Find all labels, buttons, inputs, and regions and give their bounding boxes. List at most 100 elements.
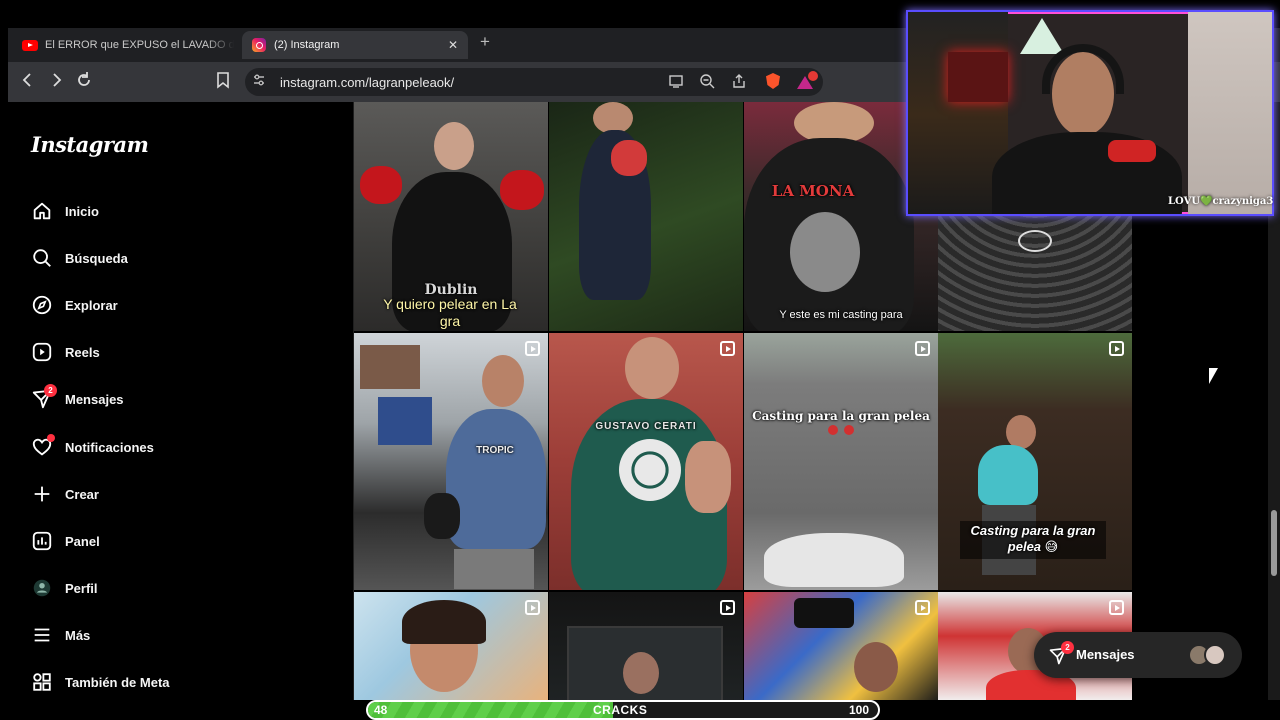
person-image — [482, 355, 524, 407]
cam-light-panels — [1020, 18, 1064, 54]
boxing-glove — [611, 140, 647, 176]
person-image — [625, 337, 679, 399]
back-icon[interactable] — [18, 70, 38, 95]
reel-icon — [1109, 341, 1124, 356]
sidebar-item-inicio[interactable]: Inicio — [30, 196, 99, 226]
post-thumbnail[interactable] — [549, 592, 743, 700]
post-thumbnail[interactable] — [744, 592, 938, 700]
sidebar-item-perfil[interactable]: Perfil — [30, 573, 98, 603]
hair — [402, 600, 486, 644]
messenger-icon: 2 — [30, 384, 57, 411]
sidebar-item-mas[interactable]: Más — [30, 620, 90, 650]
sidebar-item-explorar[interactable]: Explorar — [30, 290, 118, 320]
boxing-glove — [360, 166, 402, 204]
sidebar-item-busqueda[interactable]: Búsqueda — [30, 243, 128, 273]
goal-target-value: 100 — [849, 703, 870, 717]
plus-icon — [30, 482, 54, 506]
tab-title: El ERROR que EXPUSO el LAVADO de — [45, 39, 234, 51]
sidebar-item-label: Inicio — [65, 203, 99, 219]
shirt-text: LA MONA — [771, 182, 855, 200]
post-thumbnail[interactable]: Dublin Y quiero pelear en La gra — [354, 102, 548, 331]
post-thumbnail[interactable]: TROPIC — [354, 333, 548, 590]
sidebar-item-label: Más — [65, 627, 91, 643]
sidebar-item-notificaciones[interactable]: Notificaciones — [30, 432, 154, 462]
zoom-icon[interactable] — [699, 73, 715, 92]
messages-pill[interactable]: 2 Mensajes — [1034, 632, 1242, 678]
sidebar-item-label: Mensajes — [65, 391, 124, 407]
compass-icon — [30, 293, 54, 317]
sidebar-item-reels[interactable]: Reels — [30, 337, 100, 367]
url-text[interactable]: instagram.com/lagranpeleaok/ — [280, 75, 454, 90]
close-icon[interactable]: ✕ — [448, 38, 458, 52]
avatar-icon — [30, 576, 54, 600]
nike-logo — [1018, 230, 1052, 252]
reel-icon — [525, 341, 540, 356]
sidebar-item-tambien-de-meta[interactable]: También de Meta — [30, 667, 170, 697]
forward-icon[interactable] — [46, 70, 66, 95]
reel-icon — [720, 600, 735, 615]
person-image — [978, 445, 1038, 505]
tab-youtube[interactable]: El ERROR que EXPUSO el LAVADO de — [14, 31, 234, 59]
reel-icon — [915, 600, 930, 615]
shirt-text: TROPIC — [476, 445, 514, 456]
cam-wall — [1188, 12, 1272, 214]
heart-icon — [30, 434, 55, 459]
post-caption: Casting para la gran pelea 😅 — [970, 523, 1096, 554]
sidebar-item-label: Reels — [65, 344, 100, 360]
share-icon[interactable] — [731, 73, 747, 92]
goal-label: CRACKS — [593, 703, 648, 717]
person-image — [854, 642, 898, 692]
reload-icon[interactable] — [74, 70, 94, 95]
poster — [360, 345, 420, 389]
tab-instagram[interactable]: (2) Instagram ✕ — [242, 31, 468, 59]
arcade-sign — [794, 598, 854, 628]
scrollbar-thumb[interactable] — [1271, 510, 1277, 576]
cam-monitor — [948, 52, 1008, 102]
face-print — [790, 212, 860, 292]
avatar — [1204, 644, 1226, 666]
cerati-print — [619, 439, 681, 501]
instagram-icon — [252, 38, 266, 52]
mouse-cursor — [1209, 368, 1218, 384]
sidebar-item-label: Perfil — [65, 580, 98, 596]
post-caption: Y quiero pelear en La gra — [383, 296, 517, 329]
sidebar-item-panel[interactable]: Panel — [30, 526, 100, 556]
home-icon — [30, 199, 54, 223]
boxing-glove — [500, 170, 544, 210]
person-image — [446, 409, 546, 549]
pants — [454, 549, 534, 589]
site-info-icon[interactable] — [252, 73, 266, 90]
post-thumbnail[interactable]: Casting para la gran pelea — [744, 333, 938, 590]
install-app-icon[interactable] — [668, 73, 684, 92]
chart-icon — [30, 529, 54, 553]
post-thumbnail[interactable]: GUSTAVO CERATI — [549, 333, 743, 590]
new-tab-button[interactable]: + — [480, 32, 490, 52]
post-thumbnail[interactable]: Casting para la gran pelea 😅 — [938, 333, 1132, 590]
boxing-glove — [424, 493, 460, 539]
notification-dot — [47, 434, 55, 442]
meta-apps-icon — [30, 670, 54, 694]
streamer-handle: LOVU💚crazyniga3 — [1168, 196, 1274, 207]
reel-icon — [720, 341, 735, 356]
sidebar-item-label: Panel — [65, 533, 100, 549]
messages-label: Mensajes — [1076, 647, 1135, 662]
post-thumbnail[interactable] — [354, 592, 548, 700]
bookmark-icon[interactable] — [213, 70, 233, 95]
sidebar-item-label: Búsqueda — [65, 250, 128, 266]
sidebar-item-mensajes[interactable]: 2 Mensajes — [30, 384, 124, 414]
post-thumbnail[interactable] — [549, 102, 743, 331]
person-image — [434, 122, 474, 170]
instagram-logo[interactable]: Instagram — [31, 132, 149, 157]
goal-progress-fill — [368, 702, 613, 718]
reel-icon — [525, 600, 540, 615]
reel-icon — [915, 341, 930, 356]
person-image — [764, 533, 904, 587]
sidebar-item-crear[interactable]: Crear — [30, 479, 99, 509]
poster — [378, 397, 432, 445]
notification-badge: 2 — [44, 384, 57, 397]
person-image — [1006, 415, 1036, 449]
sidebar-item-label: También de Meta — [65, 674, 170, 690]
boxing-glove — [828, 425, 838, 435]
boxing-glove — [844, 425, 854, 435]
microphone — [1108, 140, 1156, 162]
